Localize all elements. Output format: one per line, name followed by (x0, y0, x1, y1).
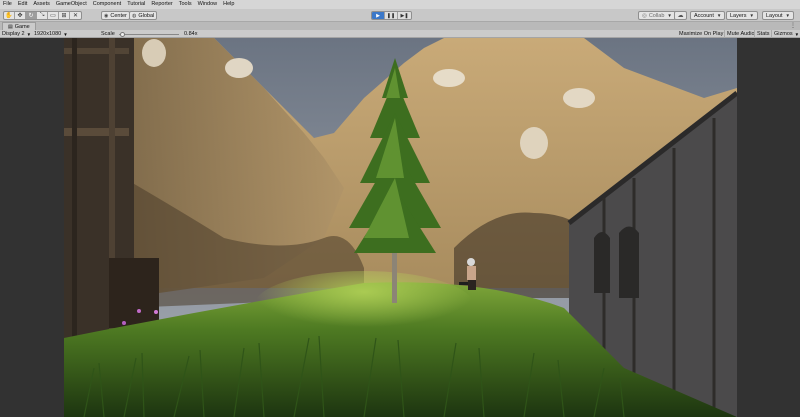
account-dropdown[interactable]: Account ▼ (690, 11, 726, 20)
chevron-down-icon: ▼ (667, 13, 672, 18)
layers-label: Layers (730, 12, 747, 19)
scale-slider-handle[interactable] (119, 31, 125, 37)
play-icon: ▶ (376, 12, 380, 19)
pivot-label: Center (110, 12, 127, 19)
pause-icon: ❚❚ (386, 12, 396, 19)
sunlit-grass (254, 271, 474, 341)
layout-dropdown[interactable]: Layout ▼ (762, 11, 794, 20)
collab-dropdown[interactable]: ◎ Collab ▼ (638, 11, 676, 20)
menu-gameobject[interactable]: GameObject (56, 0, 87, 9)
cloud-button[interactable]: ☁ (674, 11, 687, 20)
game-render (64, 38, 737, 417)
game-viewport[interactable] (0, 38, 800, 417)
gizmos-label: Gizmos (774, 31, 793, 37)
wood-post (72, 38, 77, 338)
tab-game-label: Game (14, 23, 30, 30)
menu-file[interactable]: File (3, 0, 12, 9)
chevron-down-icon: ▼ (716, 13, 722, 18)
menu-help[interactable]: Help (223, 0, 234, 9)
layout-label: Layout (766, 12, 783, 19)
pivot-icon: ◉ (104, 12, 109, 19)
space-toggle[interactable]: ◍ Global (129, 11, 158, 20)
rect-tool-button[interactable]: ▭ (48, 12, 59, 19)
rock (142, 39, 166, 67)
resolution-dropdown[interactable]: 1920x1080 ▼ (34, 30, 68, 38)
maximize-on-play-toggle[interactable]: Maximize On Play (677, 30, 725, 38)
globe-icon: ◍ (132, 12, 137, 19)
collab-label: Collab (648, 12, 665, 19)
barrel (109, 258, 159, 328)
scale-tool-button[interactable]: ⤡ (37, 12, 48, 19)
chevron-down-icon: ▼ (749, 13, 754, 18)
play-controls: ▶ ❚❚ ▶❚ (371, 11, 412, 20)
resolution-label: 1920x1080 (34, 31, 62, 37)
menu-assets[interactable]: Assets (33, 0, 50, 9)
panel-tab-bar: ▤ Game ⋮ (0, 22, 800, 30)
scale-slider[interactable] (119, 33, 179, 35)
chevron-down-icon: ▼ (785, 13, 790, 18)
layers-dropdown[interactable]: Layers ▼ (726, 11, 758, 20)
flower (137, 309, 141, 313)
game-view-toolbar: Display 2 ▼ 1920x1080 ▼ Scale 0.84x Maxi… (0, 30, 800, 38)
menu-reporter[interactable]: Reporter (151, 0, 172, 9)
pause-button[interactable]: ❚❚ (385, 12, 398, 19)
move-tool-button[interactable]: ✥ (15, 12, 26, 19)
rotate-icon: ↻ (28, 13, 34, 19)
stats-toggle[interactable]: Stats (754, 30, 772, 38)
panel-menu-icon[interactable]: ⋮ (790, 22, 796, 30)
chevron-down-icon: ▼ (794, 31, 800, 37)
space-label: Global (138, 12, 155, 19)
menu-tools[interactable]: Tools (179, 0, 192, 9)
menu-window[interactable]: Window (198, 0, 218, 9)
chevron-down-icon: ▼ (63, 31, 68, 37)
cloud-icon: ☁ (677, 13, 684, 19)
rock (433, 69, 465, 87)
play-button[interactable]: ▶ (372, 12, 385, 19)
chevron-down-icon: ▼ (26, 31, 32, 37)
rock (225, 58, 253, 78)
step-button[interactable]: ▶❚ (398, 12, 411, 19)
flower (154, 310, 158, 314)
arched-window (594, 232, 610, 293)
hand-tool-button[interactable]: ✋ (4, 12, 15, 19)
menu-component[interactable]: Component (93, 0, 121, 9)
pivot-toggle[interactable]: ◉ Center (101, 11, 130, 20)
gizmos-dropdown[interactable]: Gizmos ▼ (771, 30, 799, 38)
menu-tutorial[interactable]: Tutorial (127, 0, 145, 9)
rock (563, 88, 595, 108)
account-label: Account (694, 12, 714, 19)
transform-tools: ✋ ✥ ↻ ⤡ ▭ ⊞ ✕ (3, 11, 82, 20)
rotate-tool-button[interactable]: ↻ (26, 12, 37, 19)
custom-tool-button[interactable]: ✕ (70, 12, 81, 19)
flower (122, 321, 126, 325)
arched-window (619, 226, 639, 298)
collab-icon: ◎ (642, 12, 647, 19)
display-dropdown[interactable]: Display 2 ▼ (2, 30, 31, 38)
transform-icon: ⊞ (61, 13, 67, 19)
transform-tool-button[interactable]: ⊞ (59, 12, 70, 19)
tab-game[interactable]: ▤ Game (2, 22, 36, 30)
scale-value: 0.84x (184, 31, 198, 37)
step-icon: ▶❚ (400, 12, 409, 19)
hand-icon: ✋ (5, 13, 13, 19)
main-toolbar: ✋ ✥ ↻ ⤡ ▭ ⊞ ✕ ◉ Center ◍ Global ▶ ❚❚ ▶❚ … (0, 9, 800, 22)
scale-icon: ⤡ (39, 12, 45, 18)
move-icon: ✥ (17, 13, 23, 19)
menu-edit[interactable]: Edit (18, 0, 27, 9)
scale-label: Scale (101, 31, 115, 37)
rect-icon: ▭ (50, 13, 56, 19)
mute-audio-toggle[interactable]: Mute Audio (724, 30, 757, 38)
game-view-icon: ▤ (8, 23, 13, 30)
menu-bar: File Edit Assets GameObject Component Tu… (0, 0, 800, 9)
custom-tool-icon: ✕ (72, 13, 79, 19)
rock (520, 127, 548, 159)
display-label: Display 2 (2, 31, 25, 37)
